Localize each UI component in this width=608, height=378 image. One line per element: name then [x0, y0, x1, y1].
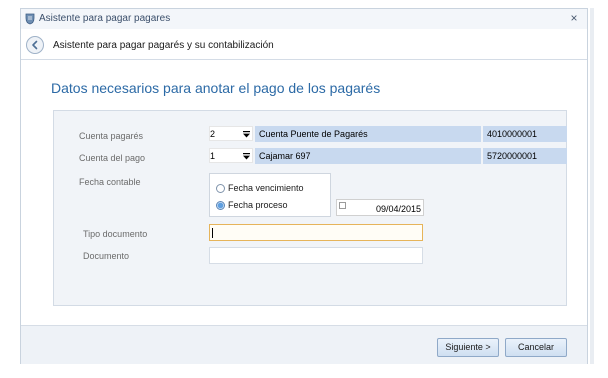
cuenta-pagares-account: 4010000001 — [483, 126, 567, 142]
wizard-footer: Siguiente > Cancelar — [21, 325, 587, 364]
dropdown-arrow-icon[interactable] — [242, 152, 251, 161]
date-picker[interactable]: 09/04/2015 — [336, 199, 424, 216]
cuenta-pago-code: 1 — [210, 151, 216, 161]
back-arrow-icon[interactable] — [26, 36, 44, 54]
fecha-contable-label: Fecha contable — [79, 177, 141, 187]
wizard-window: Asistente para pagar pagares × Asistente… — [20, 8, 588, 364]
cuenta-pagares-code: 2 — [210, 129, 216, 139]
documento-input[interactable] — [209, 247, 423, 264]
cuenta-pagares-label: Cuenta pagarés — [79, 131, 144, 141]
tipo-documento-input[interactable] — [209, 224, 423, 241]
radio-label: Fecha proceso — [228, 200, 288, 210]
wallet-icon — [24, 12, 36, 25]
cuenta-pagares-combo[interactable]: 2 — [209, 126, 253, 141]
text-caret — [212, 228, 213, 238]
window-edge — [590, 8, 594, 364]
wizard-step-title: Asistente para pagar pagarés y su contab… — [53, 40, 274, 51]
cuenta-pagares-account-text: 4010000001 — [487, 129, 538, 139]
next-button[interactable]: Siguiente > — [437, 338, 499, 357]
date-value: 09/04/2015 — [375, 204, 421, 214]
wizard-header: Asistente para pagar pagarés y su contab… — [21, 30, 587, 60]
dropdown-arrow-icon[interactable] — [242, 130, 251, 139]
cuenta-pago-account-text: 5720000001 — [487, 151, 538, 161]
section-title: Datos necesarios para anotar el pago de … — [51, 80, 381, 96]
cuenta-pago-account: 5720000001 — [483, 148, 567, 164]
close-icon[interactable]: × — [567, 11, 581, 25]
fecha-option-group: Fecha vencimiento Fecha proceso — [209, 173, 331, 217]
radio-button-selected[interactable] — [216, 201, 225, 210]
window-title: Asistente para pagar pagares — [39, 13, 171, 24]
tipo-documento-label: Tipo documento — [83, 229, 148, 239]
cancel-button[interactable]: Cancelar — [505, 338, 567, 357]
date-checkbox[interactable] — [339, 202, 346, 209]
cuenta-pagares-name-text: Cuenta Puente de Pagarés — [259, 129, 368, 139]
cuenta-pagares-name: Cuenta Puente de Pagarés — [255, 126, 481, 142]
form-panel: Cuenta pagarés 2 Cuenta Puente de Pagaré… — [53, 110, 567, 306]
cuenta-pago-name: Cajamar 697 — [255, 148, 481, 164]
documento-label: Documento — [83, 251, 130, 261]
cuenta-pago-combo[interactable]: 1 — [209, 148, 253, 163]
title-bar: Asistente para pagar pagares × — [21, 9, 587, 29]
radio-button[interactable] — [216, 184, 225, 193]
radio-label: Fecha vencimiento — [228, 183, 304, 193]
cuenta-pago-name-text: Cajamar 697 — [259, 151, 311, 161]
cuenta-pago-label: Cuenta del pago — [79, 153, 146, 163]
